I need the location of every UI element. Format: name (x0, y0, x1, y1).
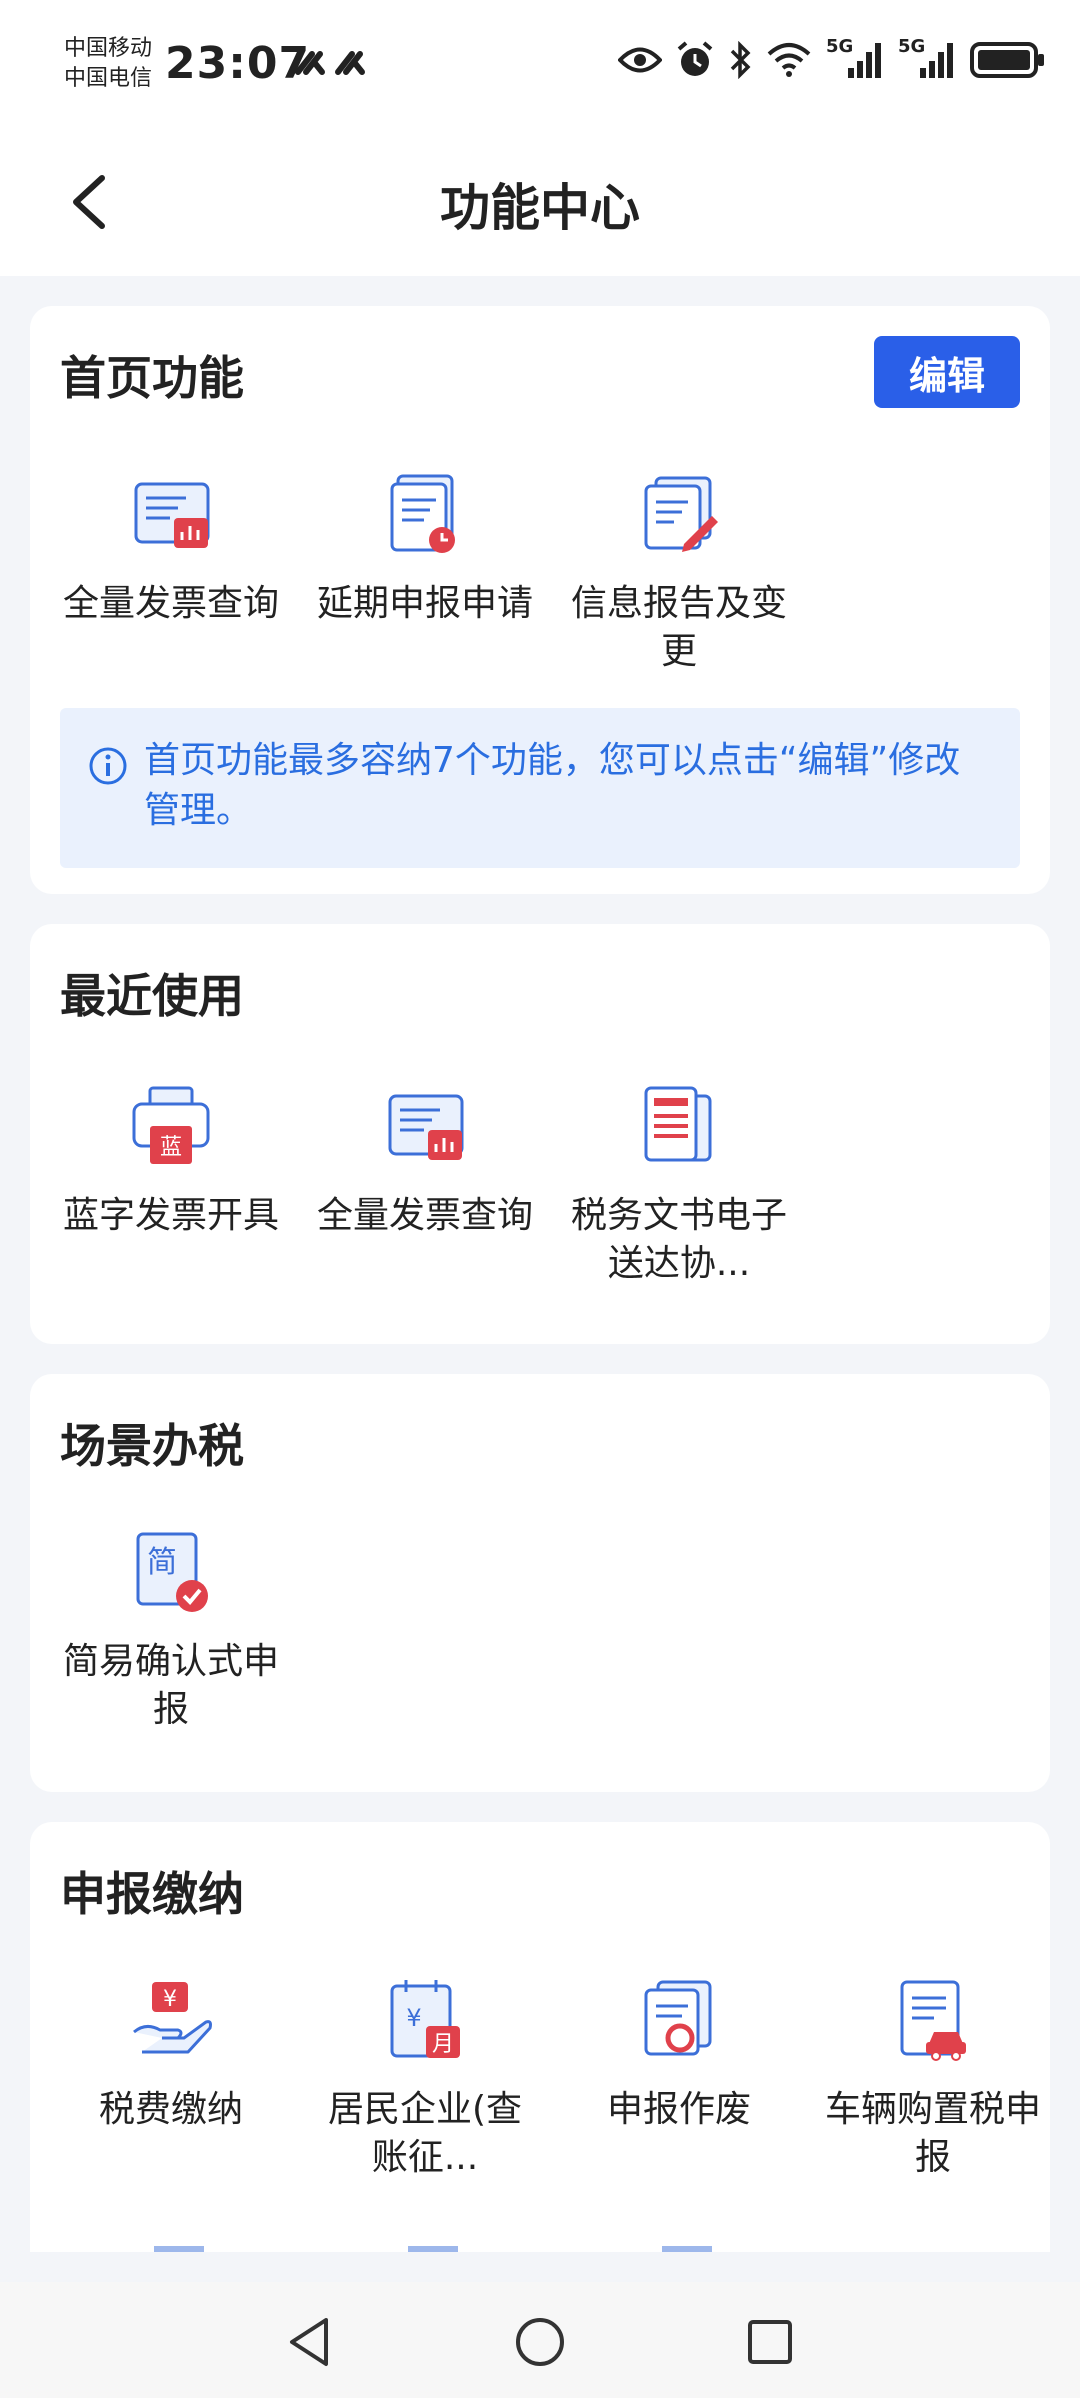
func-item-label: 车辆购置税申报 (824, 2089, 1041, 2178)
home-functions-card: 首页功能 编辑 全量发票查询 延期申报申请 信息报告及变更 首页功能最多容纳7个… (30, 306, 1050, 894)
yuan-glyph: ¥ (163, 1987, 177, 2012)
nav-home-icon[interactable] (510, 2312, 570, 2372)
func-item-label: 申报作废 (606, 2089, 751, 2130)
func-item-label: 延期申报申请 (316, 583, 533, 624)
func-item[interactable]: ¥ 月 居民企业(查账征... (298, 1976, 552, 2182)
func-item-label: 简易确认式申报 (62, 1641, 279, 1730)
func-item[interactable]: 税务文书电子送达协... (552, 1082, 806, 1288)
declare-pay-card: 申报缴纳 ¥ 税费缴纳 ¥ 月 居民企业(查账征... 申报作废 车辆购置税申报 (30, 1822, 1050, 2252)
partial-row-icon (154, 2246, 204, 2252)
func-item-label: 税费缴纳 (98, 2089, 243, 2130)
func-item[interactable]: 简 简易确认式申报 (44, 1528, 298, 1734)
func-item[interactable]: 全量发票查询 (298, 1082, 552, 1240)
bluetooth-icon (730, 41, 751, 79)
scene-glyph: 简 (147, 1545, 177, 1580)
func-item-label: 全量发票查询 (62, 583, 279, 624)
section-title-recent: 最近使用 (60, 969, 244, 1023)
func-item-label: 居民企业(查账征... (327, 2089, 523, 2178)
signal-icon: 5G (826, 36, 884, 80)
page-header: 功能中心 (0, 130, 1080, 276)
nav-back-icon[interactable] (280, 2312, 340, 2372)
section-title-home: 首页功能 (60, 351, 244, 405)
carrier-info: 中国移动 中国电信 (64, 34, 152, 94)
carrier-2: 中国电信 (64, 66, 153, 91)
system-nav-bar (0, 2282, 1080, 2398)
document-list-icon (644, 1086, 712, 1162)
simple-check-icon: 简 (136, 1532, 208, 1612)
printer-blue-icon: 蓝 (132, 1086, 210, 1164)
nav-recents-icon[interactable] (740, 2312, 800, 2372)
section-title-scene: 场景办税 (60, 1419, 244, 1473)
svg-text:¥: ¥ (406, 2004, 421, 2032)
calendar-month-icon: ¥ 月 (390, 1980, 460, 2058)
document-car-icon (900, 1980, 966, 2061)
partial-row-icon (662, 2246, 712, 2252)
printer-glyph: 蓝 (160, 1135, 182, 1160)
partial-row-icon (408, 2246, 458, 2252)
clock: 23:07 (165, 38, 311, 89)
func-item[interactable]: 信息报告及变更 (552, 470, 806, 676)
notice-box: 首页功能最多容纳7个功能，您可以点击“编辑”修改管理。 (60, 708, 1020, 868)
func-item-label: 蓝字发票开具 (62, 1195, 279, 1236)
document-clock-icon (390, 474, 455, 553)
carrier-1: 中国移动 (64, 36, 153, 61)
alarm-icon (677, 41, 713, 76)
section-title-declare: 申报缴纳 (60, 1867, 244, 1921)
signal-icon-2: 5G (898, 36, 956, 80)
func-item-label: 税务文书电子送达协... (570, 1195, 787, 1284)
document-refresh-icon (644, 1980, 712, 2056)
recent-card: 最近使用 蓝 蓝字发票开具 全量发票查询 税务文书电子送达协... (30, 924, 1050, 1344)
status-bar: 中国移动 中国电信 23:07 5G 5G (0, 0, 1080, 130)
func-item-label: 全量发票查询 (316, 1195, 533, 1236)
func-item[interactable]: 延期申报申请 (298, 470, 552, 628)
scene-card: 场景办税 简 简易确认式申报 (30, 1374, 1050, 1792)
edit-button[interactable]: 编辑 (874, 336, 1020, 408)
func-item[interactable]: 蓝 蓝字发票开具 (44, 1082, 298, 1240)
func-item-label: 信息报告及变更 (570, 583, 787, 672)
func-item[interactable]: 全量发票查询 (44, 470, 298, 628)
invoice-chart-icon (388, 1094, 464, 1160)
func-item[interactable]: 车辆购置税申报 (806, 1976, 1060, 2182)
month-glyph: 月 (432, 2032, 454, 2057)
wifi-icon (767, 43, 811, 77)
status-icons: 5G 5G (618, 36, 1046, 80)
battery-icon (970, 42, 1044, 78)
func-item[interactable]: ¥ 税费缴纳 (44, 1976, 298, 2134)
notice-text: 首页功能最多容纳7个功能，您可以点击“编辑”修改管理。 (144, 740, 961, 831)
document-edit-icon (644, 476, 718, 552)
page-title: 功能中心 (440, 179, 640, 237)
func-item[interactable]: 申报作废 (552, 1976, 806, 2134)
eye-icon (618, 47, 662, 73)
hand-yuan-icon: ¥ (133, 1982, 212, 2054)
hd-call-icon (295, 51, 365, 75)
invoice-chart-icon (134, 482, 210, 548)
info-icon (89, 747, 127, 785)
